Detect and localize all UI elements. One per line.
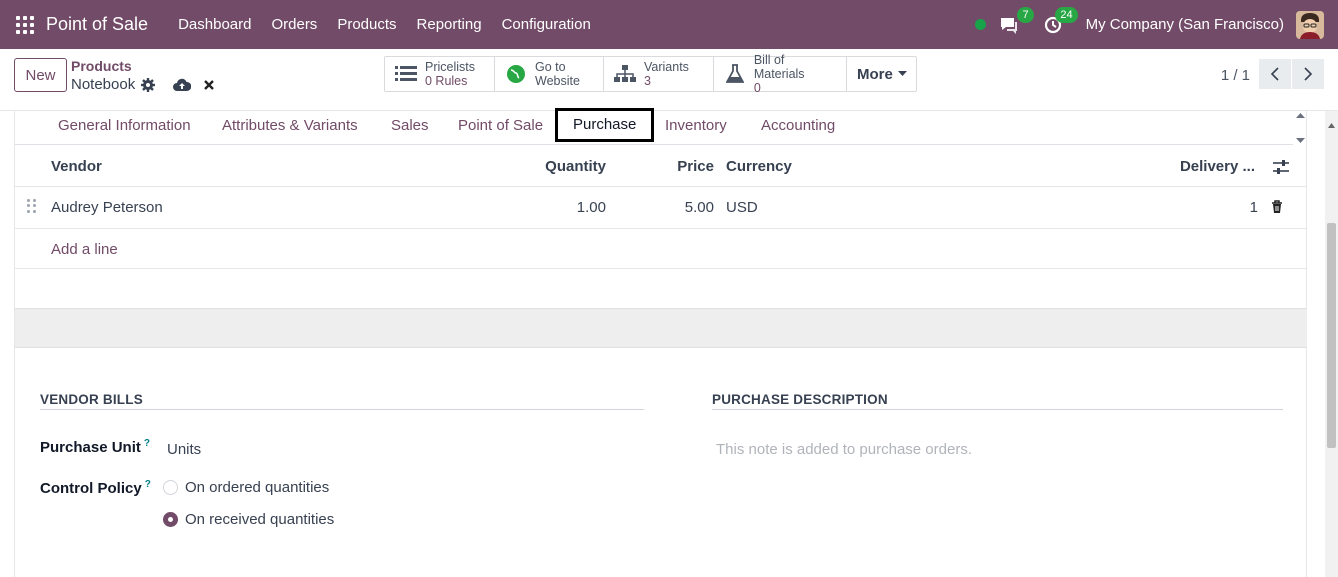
notebook-tabs: General Information Attributes & Variant… bbox=[15, 108, 1293, 145]
pager-previous-button[interactable] bbox=[1259, 59, 1291, 89]
menu-products[interactable]: Products bbox=[327, 16, 406, 33]
user-avatar[interactable] bbox=[1296, 10, 1324, 39]
radio-ordered-quantities[interactable] bbox=[163, 480, 178, 495]
pager-value[interactable]: 1 / 1 bbox=[1221, 67, 1250, 84]
activities-icon[interactable]: 24 bbox=[1042, 6, 1078, 36]
help-tooltip-icon[interactable]: ? bbox=[144, 438, 150, 449]
control-panel: New Products Notebook Pricelists 0 Rules … bbox=[0, 49, 1338, 111]
bom-label: Bill of Materials bbox=[753, 53, 805, 81]
scrollbar-thumb[interactable] bbox=[1327, 223, 1336, 448]
chevron-right-icon bbox=[1304, 67, 1313, 81]
record-title: Notebook bbox=[71, 76, 215, 93]
row-divider bbox=[15, 228, 1307, 229]
chevron-left-icon bbox=[1270, 67, 1279, 81]
option-ordered-quantities[interactable]: On ordered quantities bbox=[185, 479, 329, 496]
purchase-description-field[interactable]: This note is added to purchase orders. bbox=[716, 441, 972, 458]
add-line-link[interactable]: Add a line bbox=[51, 241, 118, 258]
menu-dashboard[interactable]: Dashboard bbox=[168, 16, 261, 33]
cloud-upload-icon[interactable] bbox=[173, 78, 192, 92]
systray: 7 24 My Company (San Francisco) bbox=[974, 0, 1324, 49]
vendor-bills-rule bbox=[40, 409, 644, 410]
trash-icon[interactable] bbox=[1271, 200, 1283, 217]
variants-smart-button[interactable]: Variants 3 bbox=[604, 57, 714, 91]
control-policy-label: Control Policy? bbox=[40, 479, 151, 497]
tab-accounting[interactable]: Accounting bbox=[761, 111, 835, 145]
page-scrollbar[interactable] bbox=[1325, 111, 1338, 577]
activities-count-badge: 24 bbox=[1055, 6, 1078, 23]
breadcrumb-products[interactable]: Products bbox=[71, 58, 132, 74]
tab-sales[interactable]: Sales bbox=[391, 111, 429, 145]
go-to-website-smart-button[interactable]: Go to Website bbox=[495, 57, 604, 91]
variants-value: 3 bbox=[644, 74, 651, 88]
radio-received-quantities[interactable] bbox=[163, 512, 178, 527]
main-menu: Dashboard Orders Products Reporting Conf… bbox=[168, 16, 601, 33]
menu-orders[interactable]: Orders bbox=[261, 16, 327, 33]
price-cell[interactable]: 5.00 bbox=[685, 199, 714, 216]
caret-down-icon bbox=[897, 71, 907, 77]
top-navbar: Point of Sale Dashboard Orders Products … bbox=[0, 0, 1338, 49]
vendor-bills-title: VENDOR BILLS bbox=[40, 392, 143, 407]
app-grid-icon[interactable] bbox=[16, 15, 34, 34]
table-footer-band bbox=[15, 308, 1307, 348]
new-button[interactable]: New bbox=[14, 58, 67, 92]
bill-of-materials-smart-button[interactable]: Bill of Materials 0 bbox=[714, 53, 847, 95]
pricelists-value: 0 Rules bbox=[425, 74, 468, 88]
vendor-cell[interactable]: Audrey Peterson bbox=[51, 199, 163, 216]
purchase-unit-field[interactable]: Units bbox=[167, 441, 201, 458]
column-header-quantity[interactable]: Quantity bbox=[545, 158, 606, 175]
column-header-price[interactable]: Price bbox=[677, 158, 714, 175]
menu-reporting[interactable]: Reporting bbox=[407, 16, 492, 33]
optional-columns-sliders-icon[interactable] bbox=[1273, 160, 1289, 177]
pricelists-label: Pricelists bbox=[425, 60, 476, 74]
flask-icon bbox=[724, 63, 746, 85]
website-value: Website bbox=[535, 74, 580, 88]
discard-close-icon[interactable] bbox=[203, 79, 215, 91]
pager-next-button[interactable] bbox=[1292, 59, 1324, 89]
menu-configuration[interactable]: Configuration bbox=[492, 16, 601, 33]
arrow-up-icon[interactable] bbox=[1295, 113, 1305, 118]
online-status-icon bbox=[974, 19, 986, 30]
pricelists-smart-button[interactable]: Pricelists 0 Rules bbox=[385, 57, 495, 91]
sitemap-icon bbox=[614, 63, 636, 85]
smart-buttons: Pricelists 0 Rules Go to Website Variants 3… bbox=[384, 53, 917, 95]
purchase-description-rule bbox=[712, 409, 1283, 410]
tab-point-of-sale[interactable]: Point of Sale bbox=[458, 111, 543, 145]
record-name: Notebook bbox=[71, 76, 136, 93]
gear-icon[interactable] bbox=[141, 77, 156, 92]
help-tooltip-icon[interactable]: ? bbox=[145, 479, 151, 490]
purchase-unit-label: Purchase Unit? bbox=[40, 438, 150, 456]
tabs-scroll-arrows[interactable] bbox=[1293, 111, 1307, 145]
tab-purchase[interactable]: Purchase bbox=[555, 108, 655, 142]
messages-count-badge: 7 bbox=[1017, 6, 1034, 23]
purchase-description-title: PURCHASE DESCRIPTION bbox=[712, 392, 888, 407]
list-icon bbox=[395, 63, 417, 85]
delivery-cell[interactable]: 1 bbox=[1250, 199, 1258, 216]
column-header-currency[interactable]: Currency bbox=[726, 158, 792, 175]
more-label: More bbox=[857, 65, 893, 83]
scroll-up-icon[interactable] bbox=[1328, 115, 1335, 131]
table-end-divider bbox=[15, 268, 1307, 269]
company-switcher[interactable]: My Company (San Francisco) bbox=[1086, 16, 1284, 33]
column-header-vendor[interactable]: Vendor bbox=[51, 158, 102, 175]
option-received-quantities[interactable]: On received quantities bbox=[185, 511, 334, 528]
variants-label: Variants bbox=[644, 60, 689, 74]
globe-icon bbox=[505, 63, 527, 85]
drag-handle-icon[interactable] bbox=[27, 199, 37, 213]
currency-cell[interactable]: USD bbox=[726, 199, 758, 216]
messages-icon[interactable]: 7 bbox=[998, 6, 1034, 36]
bom-value: 0 bbox=[753, 81, 761, 95]
more-dropdown-button[interactable]: More bbox=[847, 57, 916, 91]
tab-attributes-variants[interactable]: Attributes & Variants bbox=[222, 111, 358, 145]
arrow-down-icon[interactable] bbox=[1295, 138, 1305, 143]
app-name[interactable]: Point of Sale bbox=[46, 14, 148, 35]
column-header-delivery[interactable]: Delivery ... bbox=[1180, 158, 1255, 175]
header-divider bbox=[15, 186, 1307, 187]
quantity-cell[interactable]: 1.00 bbox=[577, 199, 606, 216]
tab-inventory[interactable]: Inventory bbox=[665, 111, 727, 145]
tab-general-information[interactable]: General Information bbox=[58, 111, 191, 145]
website-label: Go to bbox=[535, 60, 566, 74]
form-sheet: General Information Attributes & Variant… bbox=[14, 108, 1307, 577]
